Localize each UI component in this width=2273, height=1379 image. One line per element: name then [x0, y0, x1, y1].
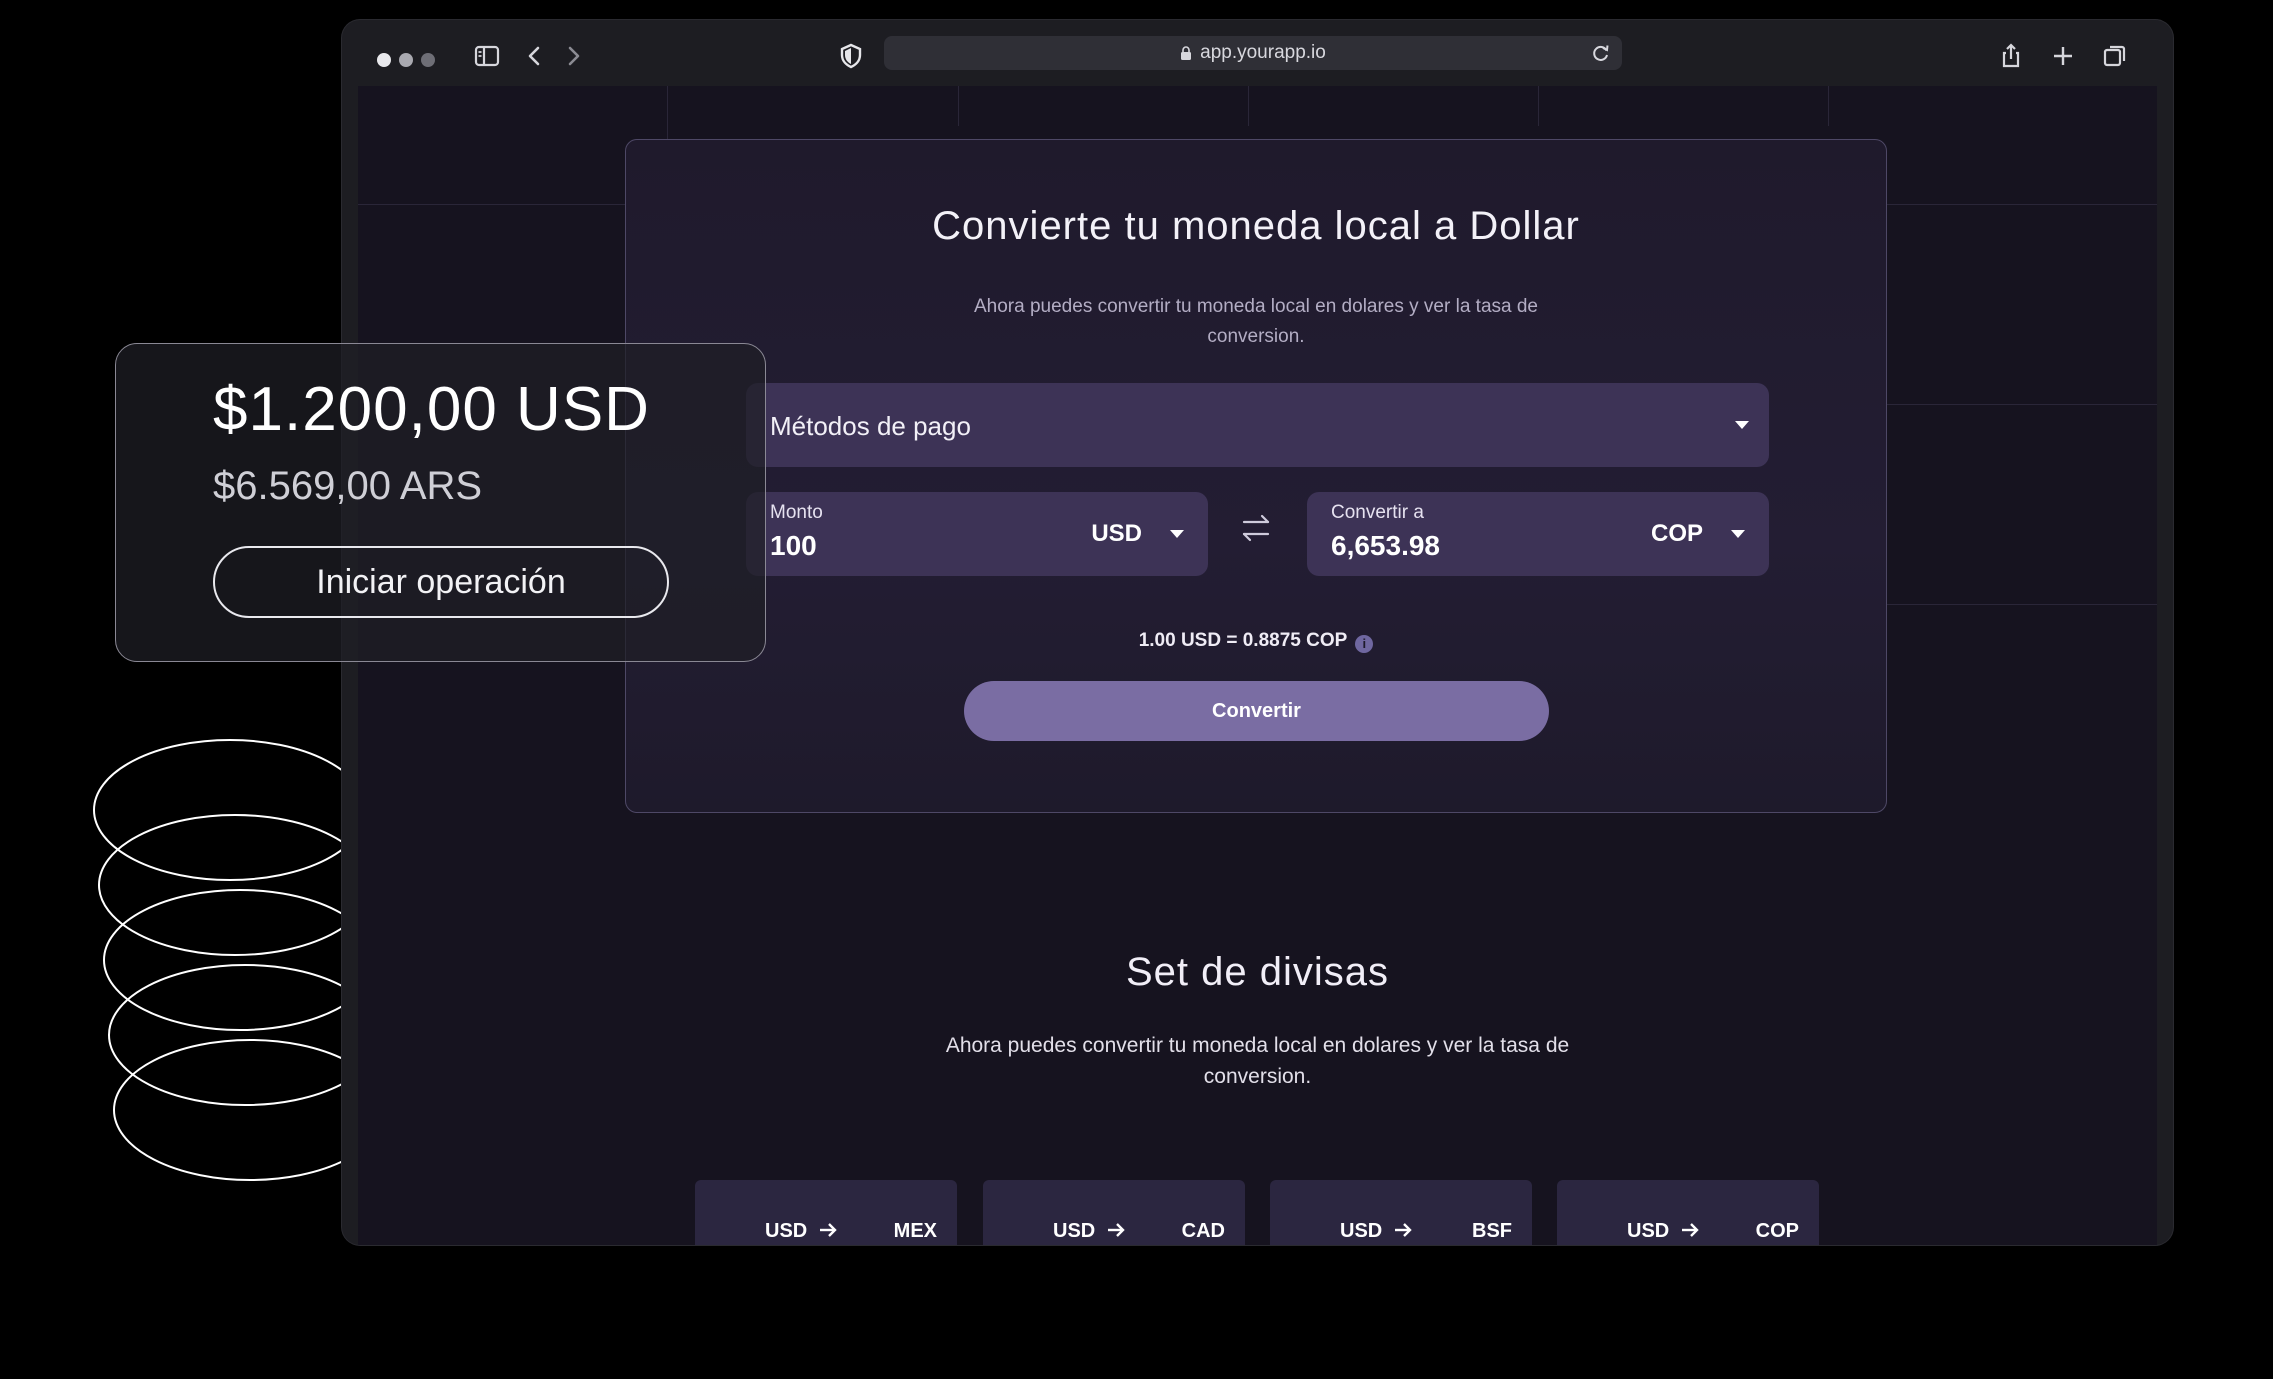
grid-line — [1886, 604, 2157, 605]
exchange-rate-text: 1.00 USD = 0.8875 COP — [1138, 630, 1348, 651]
payment-methods-select[interactable]: Métodos de pago — [746, 383, 1769, 467]
arrow-right-icon — [1395, 1223, 1412, 1237]
pair-to: BSF — [1472, 1220, 1512, 1242]
grid-line — [1248, 86, 1249, 126]
converted-value: 6,653.98 — [1331, 530, 1440, 561]
arrow-right-icon — [820, 1223, 837, 1237]
payment-methods-label: Métodos de pago — [770, 411, 971, 441]
currency-pair-card[interactable]: USD CAD — [983, 1180, 1245, 1245]
window-close-dot[interactable] — [377, 53, 391, 67]
grid-line — [958, 86, 959, 126]
caret-down-icon[interactable] — [1731, 530, 1745, 538]
arrow-right-icon — [1108, 1223, 1125, 1237]
amount-field[interactable]: Monto 100 USD — [746, 492, 1208, 576]
window-maximize-dot[interactable] — [421, 53, 435, 67]
sidebar-icon[interactable] — [470, 39, 504, 73]
caret-down-icon — [1735, 421, 1749, 429]
pair-to: COP — [1755, 1220, 1799, 1242]
pair-from: USD — [1053, 1220, 1096, 1242]
grid-line — [1886, 404, 2157, 405]
pair-to: MEX — [893, 1220, 937, 1242]
start-operation-button[interactable]: Iniciar operación — [213, 546, 669, 618]
caret-down-icon[interactable] — [1170, 530, 1184, 538]
converter-subtitle: Ahora puedes convertir tu moneda local e… — [974, 296, 1538, 347]
currency-pair-card[interactable]: USD COP — [1557, 1180, 1819, 1245]
balance-card: $1.200,00 USD $6.569,00 ARS Iniciar oper… — [115, 343, 766, 662]
divisas-title: Set de divisas — [1125, 950, 1390, 994]
forward-icon[interactable] — [556, 39, 590, 73]
pair-from: USD — [1340, 1220, 1383, 1242]
back-icon[interactable] — [518, 39, 552, 73]
address-bar[interactable]: app.yourapp.io — [884, 36, 1622, 70]
amount-label: Monto — [770, 502, 823, 523]
usd-balance: $1.200,00 USD — [213, 375, 650, 444]
amount-input[interactable]: 100 — [770, 530, 817, 562]
info-icon[interactable]: i — [1355, 635, 1374, 653]
currency-pair-card[interactable]: USD BSF — [1270, 1180, 1532, 1245]
amount-currency-select[interactable]: USD — [1091, 520, 1142, 548]
browser-toolbar: app.yourapp.io — [342, 20, 2173, 86]
convert-to-field[interactable]: Convertir a 6,653.98 COP — [1307, 492, 1769, 576]
swap-icon[interactable] — [1238, 510, 1274, 546]
shield-icon[interactable] — [834, 39, 868, 73]
window-minimize-dot[interactable] — [399, 53, 413, 67]
share-icon[interactable] — [1994, 39, 2028, 73]
converter-card: Convierte tu moneda local a Dollar Ahora… — [625, 139, 1887, 813]
exchange-rate: 1.00 USD = 0.8875 COP i — [626, 630, 1886, 653]
reload-icon[interactable] — [1590, 42, 1612, 64]
decorative-rings — [93, 739, 370, 1181]
pair-from: USD — [1627, 1220, 1670, 1242]
grid-line — [1828, 86, 1829, 126]
target-currency-select[interactable]: COP — [1651, 520, 1703, 548]
tabs-icon[interactable] — [2098, 39, 2132, 73]
lock-icon — [1181, 46, 1192, 60]
plus-icon[interactable] — [2046, 39, 2080, 73]
pair-to: CAD — [1181, 1220, 1225, 1242]
ars-balance: $6.569,00 ARS — [213, 464, 483, 508]
divisas-subtitle: Ahora puedes convertir tu moneda local e… — [945, 1034, 1570, 1088]
page-viewport: Convierte tu moneda local a Dollar Ahora… — [358, 86, 2157, 1245]
url-text: app.yourapp.io — [1200, 42, 1326, 63]
converter-title: Convierte tu moneda local a Dollar — [932, 204, 1580, 248]
convert-button[interactable]: Convertir — [964, 681, 1549, 741]
convert-to-label: Convertir a — [1331, 502, 1424, 523]
grid-line — [1538, 86, 1539, 126]
pair-from: USD — [765, 1220, 808, 1242]
arrow-right-icon — [1682, 1223, 1699, 1237]
currency-pair-card[interactable]: USD MEX — [695, 1180, 957, 1245]
